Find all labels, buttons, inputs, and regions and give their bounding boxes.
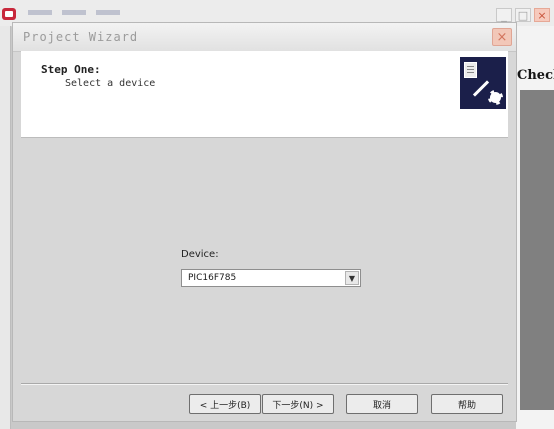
device-label: Device: — [181, 249, 219, 260]
chevron-down-icon[interactable]: ▼ — [345, 271, 359, 285]
step-subtitle: Select a device — [65, 78, 156, 89]
button-separator — [21, 383, 508, 385]
window-close-icon[interactable]: × — [534, 8, 550, 22]
menu-item-placeholder — [28, 10, 52, 15]
device-select[interactable]: PIC16F785 ▼ — [181, 269, 361, 287]
background-left-pane — [0, 26, 11, 429]
cancel-button[interactable]: 取消 — [346, 394, 418, 414]
dialog-title: Project Wizard — [23, 30, 139, 44]
app-logo-icon — [2, 8, 16, 20]
back-button[interactable]: < 上一步(B) — [189, 394, 261, 414]
help-button[interactable]: 帮助 — [431, 394, 503, 414]
wrench-icon — [472, 80, 490, 97]
project-wizard-dialog: Project Wizard × Step One: Select a devi… — [12, 22, 517, 422]
background-dark-panel — [520, 90, 554, 410]
background-check-label: Check — [517, 68, 554, 83]
wizard-tools-icon — [460, 57, 506, 109]
minimize-icon[interactable]: _ — [496, 8, 512, 22]
maximize-icon[interactable]: □ — [515, 8, 531, 22]
background-menu-bar — [28, 10, 120, 15]
wizard-header: Step One: Select a device — [21, 51, 508, 138]
menu-item-placeholder — [96, 10, 120, 15]
background-window-controls: _ □ × — [496, 8, 550, 22]
device-select-value: PIC16F785 — [188, 273, 237, 283]
menu-item-placeholder — [62, 10, 86, 15]
gear-icon — [488, 90, 503, 105]
wizard-body: Device: PIC16F785 ▼ — [21, 138, 508, 383]
close-icon[interactable]: × — [492, 28, 512, 46]
dialog-titlebar[interactable]: Project Wizard × — [13, 23, 516, 52]
document-icon — [464, 62, 477, 78]
next-button[interactable]: 下一步(N) > — [262, 394, 334, 414]
step-title: Step One: — [41, 63, 101, 76]
